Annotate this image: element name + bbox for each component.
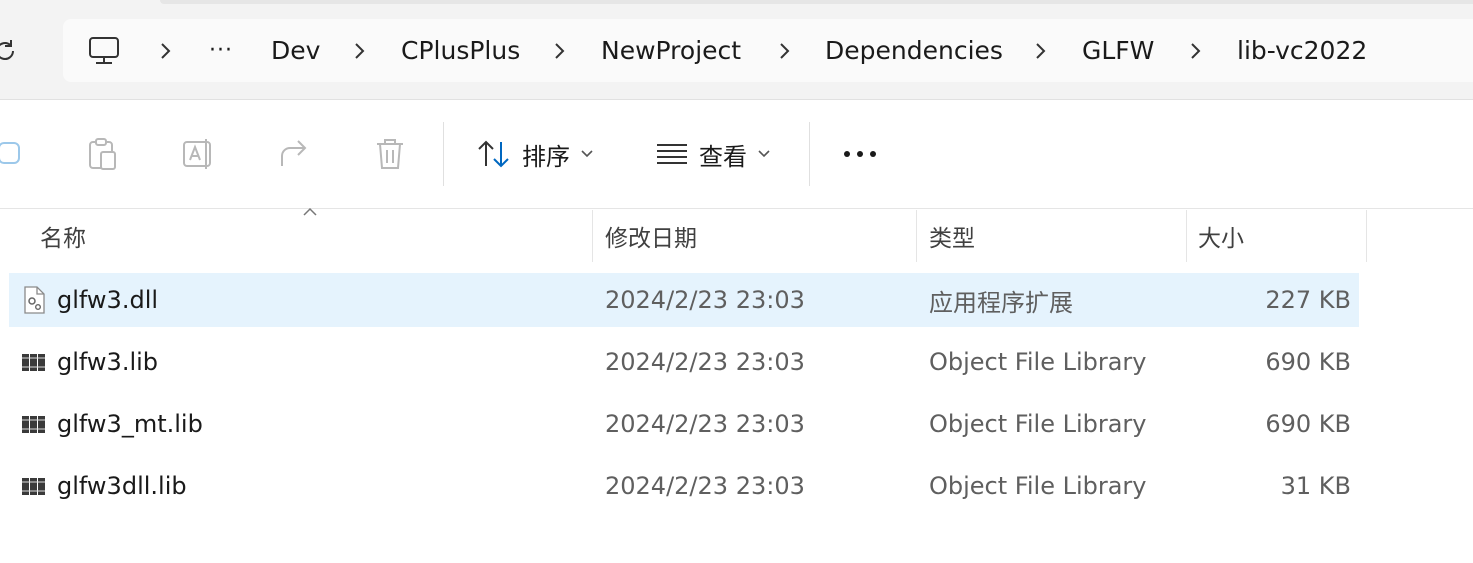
chevron-right-icon[interactable] <box>549 19 569 82</box>
column-divider[interactable] <box>1366 210 1367 262</box>
sort-ascending-icon <box>303 207 317 216</box>
breadcrumb-item-dependencies[interactable]: Dependencies <box>825 19 1003 82</box>
file-modified: 2024/2/23 23:03 <box>605 410 805 438</box>
file-type: Object File Library <box>929 472 1147 500</box>
lib-file-icon <box>22 354 45 371</box>
column-header-size[interactable]: 大小 <box>1198 210 1244 262</box>
copy-button[interactable] <box>0 132 28 176</box>
chevron-right-icon[interactable] <box>155 19 175 82</box>
breadcrumb-overflow[interactable]: ··· <box>209 19 233 82</box>
tab-strip-edge <box>160 0 1473 4</box>
lib-file-icon <box>22 416 45 433</box>
chevron-down-icon <box>758 150 770 158</box>
view-button[interactable]: 查看 <box>655 130 771 178</box>
rename-icon <box>183 139 211 169</box>
file-modified: 2024/2/23 23:03 <box>605 286 805 314</box>
file-name: glfw3_mt.lib <box>57 410 203 438</box>
breadcrumb-item-cplusplus[interactable]: CPlusPlus <box>401 19 520 82</box>
file-row[interactable]: glfw3dll.lib 2024/2/23 23:03 Object File… <box>9 459 1359 513</box>
file-size: 690 KB <box>1265 410 1351 438</box>
chevron-right-icon[interactable] <box>349 19 369 82</box>
address-area: ··· Dev CPlusPlus NewProject Dependencie… <box>0 0 1473 100</box>
breadcrumb-item-dev[interactable]: Dev <box>271 19 320 82</box>
column-divider[interactable] <box>1186 210 1187 262</box>
sort-button[interactable]: 排序 <box>476 130 594 178</box>
chevron-right-icon[interactable] <box>774 19 794 82</box>
file-type: Object File Library <box>929 348 1147 376</box>
address-bar[interactable]: ··· Dev CPlusPlus NewProject Dependencie… <box>63 19 1473 82</box>
chevron-down-icon <box>581 150 593 158</box>
column-header-modified[interactable]: 修改日期 <box>605 210 697 262</box>
paste-icon <box>89 138 116 170</box>
view-label: 查看 <box>699 142 747 171</box>
file-size: 690 KB <box>1265 348 1351 376</box>
column-header-type[interactable]: 类型 <box>929 210 975 262</box>
toolbar-separator <box>809 122 810 186</box>
delete-icon <box>377 139 403 169</box>
breadcrumb-item-current[interactable]: lib-vc2022 <box>1237 19 1367 82</box>
rename-button[interactable] <box>178 132 218 176</box>
file-modified: 2024/2/23 23:03 <box>605 472 805 500</box>
file-type: 应用程序扩展 <box>929 288 1073 317</box>
sort-label: 排序 <box>522 142 570 171</box>
delete-button[interactable] <box>370 132 410 176</box>
file-size: 227 KB <box>1265 286 1351 314</box>
file-name: glfw3.lib <box>57 348 159 376</box>
breadcrumb-item-glfw[interactable]: GLFW <box>1082 19 1154 82</box>
toolbar-separator <box>443 122 444 186</box>
dll-file-icon <box>24 286 45 314</box>
file-row[interactable]: glfw3.lib 2024/2/23 23:03 Object File Li… <box>9 335 1359 389</box>
copy-icon <box>0 142 20 164</box>
file-size: 31 KB <box>1280 472 1351 500</box>
more-icon <box>844 151 876 157</box>
paste-button[interactable] <box>82 132 122 176</box>
file-row[interactable]: glfw3.dll 2024/2/23 23:03 应用程序扩展 227 KB <box>9 273 1359 327</box>
column-header-name[interactable]: 名称 <box>40 210 86 262</box>
column-divider[interactable] <box>916 210 917 262</box>
chevron-right-icon[interactable] <box>1030 19 1050 82</box>
column-divider[interactable] <box>592 210 593 262</box>
refresh-icon <box>0 40 14 60</box>
file-name: glfw3.dll <box>57 286 159 314</box>
this-pc-button[interactable] <box>87 19 121 82</box>
file-name: glfw3dll.lib <box>57 472 187 500</box>
share-button[interactable] <box>274 132 314 176</box>
chevron-right-icon[interactable] <box>1185 19 1205 82</box>
view-list-icon <box>657 144 687 164</box>
breadcrumb-item-newproject[interactable]: NewProject <box>601 19 741 82</box>
file-row[interactable]: glfw3_mt.lib 2024/2/23 23:03 Object File… <box>9 397 1359 451</box>
more-options-button[interactable] <box>838 134 882 174</box>
refresh-button[interactable] <box>0 34 20 68</box>
computer-icon <box>89 36 119 64</box>
lib-file-icon <box>22 478 45 495</box>
share-icon <box>281 140 307 166</box>
file-type: Object File Library <box>929 410 1147 438</box>
file-modified: 2024/2/23 23:03 <box>605 348 805 376</box>
sort-icon <box>478 140 509 168</box>
